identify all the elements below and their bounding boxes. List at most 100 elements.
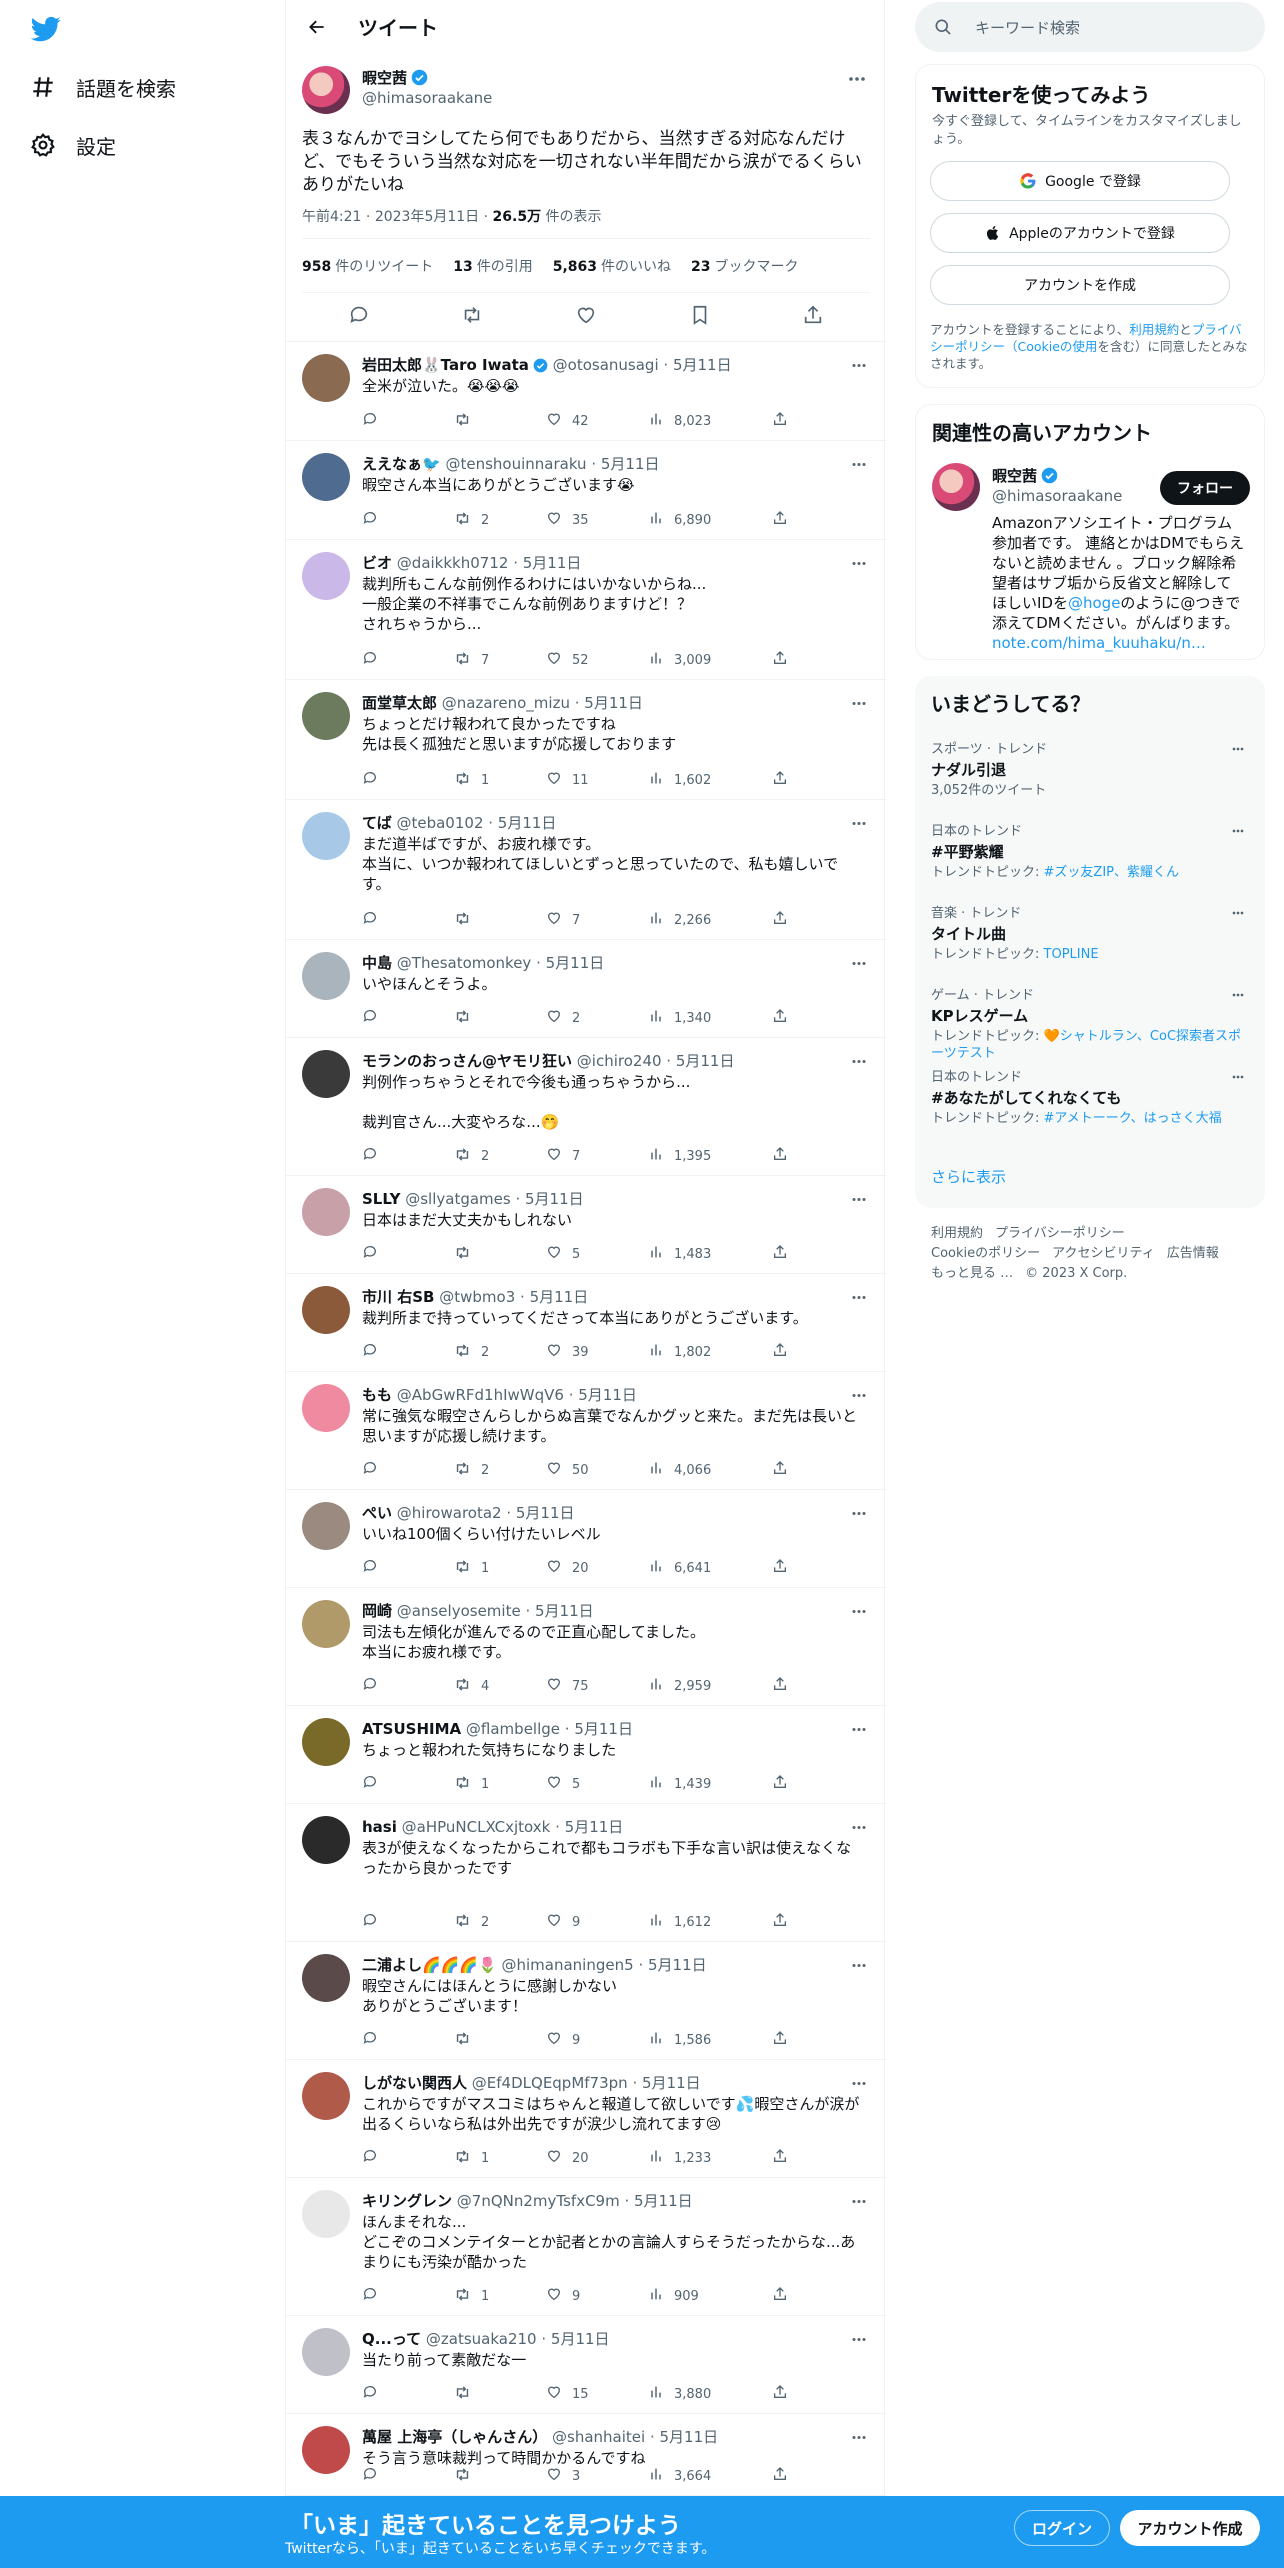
- apple-signup-button[interactable]: Appleのアカウントで登録: [930, 213, 1230, 253]
- search-bar[interactable]: キーワード検索: [915, 2, 1265, 52]
- more-options-icon[interactable]: [846, 1382, 872, 1408]
- avatar[interactable]: [302, 1050, 350, 1098]
- retweet-button[interactable]: 7: [454, 650, 489, 670]
- reply-icon[interactable]: [348, 304, 370, 330]
- search-input[interactable]: キーワード検索: [975, 17, 1080, 38]
- reply-author-name[interactable]: 面堂草太郎: [362, 694, 437, 712]
- reply-author-name[interactable]: てば: [362, 814, 392, 832]
- trend-item[interactable]: 日本のトレンド #あなたがしてくれなくても トレンドトピック: #アメトーーク、はっ…: [931, 1066, 1249, 1127]
- like-button[interactable]: 42: [546, 411, 589, 431]
- reply-button[interactable]: [362, 1912, 388, 1932]
- reply-tweet[interactable]: モランのおっさん@ヤモリ狂い @ichiro240 · 5月11日 判例作っちゃう…: [286, 1038, 886, 1176]
- retweet-button[interactable]: [454, 2030, 481, 2050]
- views-button[interactable]: 3,664: [648, 2466, 711, 2486]
- bookmarks-stat[interactable]: 23 ブックマーク: [691, 256, 798, 276]
- twitter-logo-icon[interactable]: [29, 14, 63, 44]
- retweet-button[interactable]: [454, 910, 481, 930]
- reply-tweet[interactable]: てば @teba0102 · 5月11日 まだ道半ばですが、お疲れ様です。 本当に…: [286, 800, 886, 940]
- more-options-icon[interactable]: [846, 1500, 872, 1526]
- avatar[interactable]: [302, 812, 350, 860]
- like-button[interactable]: 50: [546, 1460, 589, 1480]
- reply-date[interactable]: 5月11日: [546, 954, 605, 972]
- footer-terms[interactable]: 利用規約: [931, 1226, 983, 1241]
- more-options-icon[interactable]: [846, 1598, 872, 1624]
- quotes-stat[interactable]: 13 件の引用: [453, 256, 532, 276]
- footer-cookies[interactable]: Cookieのポリシー: [931, 1246, 1040, 1261]
- views-button[interactable]: 8,023: [648, 411, 711, 431]
- retweet-button[interactable]: 1: [454, 1774, 489, 1794]
- reply-author-handle[interactable]: @aHPuNCLXCxjtoxk: [402, 1818, 551, 1836]
- retweet-button[interactable]: 2: [454, 1460, 489, 1480]
- reply-date[interactable]: 5月11日: [530, 1288, 589, 1306]
- reply-author-name[interactable]: SLLY: [362, 1190, 400, 1208]
- share-button[interactable]: [772, 1558, 788, 1578]
- reply-date[interactable]: 5月11日: [584, 694, 643, 712]
- reply-author-handle[interactable]: @Ef4DLQEqpMf73pn: [472, 2074, 628, 2092]
- reply-tweet[interactable]: SLLY @sllyatgames · 5月11日 日本はまだ大丈夫かもしれない 5…: [286, 1176, 886, 1274]
- reply-date[interactable]: 5月11日: [660, 2428, 719, 2446]
- views-button[interactable]: 1,340: [648, 1008, 711, 1028]
- retweet-button[interactable]: 1: [454, 770, 489, 790]
- reply-button[interactable]: [362, 1146, 388, 1166]
- reply-date[interactable]: 5月11日: [601, 455, 660, 473]
- show-more-link[interactable]: さらに表示: [931, 1166, 1006, 1187]
- like-button[interactable]: 5: [546, 1244, 580, 1264]
- follow-button[interactable]: フォロー: [1160, 471, 1250, 505]
- reply-tweet[interactable]: 面堂草太郎 @nazareno_mizu · 5月11日 ちょっとだけ報われて良か…: [286, 680, 886, 800]
- like-button[interactable]: 11: [546, 770, 589, 790]
- trend-topic-link[interactable]: #アメトーーク、はっさく大福: [1044, 1111, 1222, 1126]
- reply-button[interactable]: [362, 650, 388, 670]
- avatar[interactable]: [302, 1816, 350, 1864]
- reply-tweet[interactable]: 中島 @Thesatomonkey · 5月11日 いやほんとそうよ。 2 1,340: [286, 940, 886, 1038]
- reply-button[interactable]: [362, 411, 388, 431]
- reply-author-name[interactable]: しがない関西人: [362, 2074, 467, 2092]
- more-options-icon[interactable]: [846, 810, 872, 836]
- nav-settings[interactable]: 設定: [28, 125, 116, 165]
- like-button[interactable]: 3: [546, 2466, 580, 2486]
- footer-accessibility[interactable]: アクセシビリティ: [1052, 1246, 1155, 1261]
- back-arrow-icon[interactable]: [302, 12, 332, 42]
- share-button[interactable]: [772, 910, 788, 930]
- reply-author-handle[interactable]: @himananingen5: [502, 1956, 634, 1974]
- avatar[interactable]: [302, 692, 350, 740]
- retweet-button[interactable]: 1: [454, 1558, 489, 1578]
- reply-tweet[interactable]: しがない関西人 @Ef4DLQEqpMf73pn · 5月11日 これからですがマ…: [286, 2060, 886, 2178]
- avatar[interactable]: [302, 1384, 350, 1432]
- avatar[interactable]: [302, 2072, 350, 2120]
- reply-date[interactable]: 5月11日: [523, 554, 582, 572]
- avatar[interactable]: [302, 2190, 350, 2238]
- avatar[interactable]: [302, 1954, 350, 2002]
- create-account-button[interactable]: アカウントを作成: [930, 265, 1230, 305]
- reply-tweet[interactable]: ATSUSHIMA @flambellge · 5月11日 ちょっと報われた気持ち…: [286, 1706, 886, 1804]
- reply-tweet[interactable]: hasi @aHPuNCLXCxjtoxk · 5月11日 表3が使えなくなったか…: [286, 1804, 886, 1942]
- reply-button[interactable]: [362, 1774, 388, 1794]
- more-options-icon[interactable]: [846, 2424, 872, 2450]
- more-options-icon[interactable]: [846, 2326, 872, 2352]
- views-button[interactable]: 909: [648, 2286, 699, 2306]
- more-options-icon[interactable]: [846, 451, 872, 477]
- share-icon[interactable]: [802, 304, 824, 330]
- views-button[interactable]: 4,066: [648, 1460, 711, 1480]
- more-options-icon[interactable]: [846, 550, 872, 576]
- share-button[interactable]: [772, 2030, 788, 2050]
- trend-item[interactable]: 音楽 · トレンド タイトル曲 トレンドトピック: TOPLINE: [931, 902, 1249, 963]
- more-options-icon[interactable]: [846, 1716, 872, 1742]
- footer-ads[interactable]: 広告情報: [1167, 1246, 1219, 1261]
- retweet-button[interactable]: 2: [454, 510, 489, 530]
- reply-button[interactable]: [362, 510, 388, 530]
- like-icon[interactable]: [575, 304, 597, 330]
- share-button[interactable]: [772, 1146, 788, 1166]
- reply-author-handle[interactable]: @hirowarota2: [397, 1504, 502, 1522]
- retweet-button[interactable]: 4: [454, 1676, 489, 1696]
- reply-button[interactable]: [362, 1244, 388, 1264]
- reply-tweet[interactable]: キリングレン @7nQNn2myTsfxC9m · 5月11日 ほんまそれな...…: [286, 2178, 886, 2316]
- reply-button[interactable]: [362, 2148, 388, 2168]
- like-button[interactable]: 20: [546, 1558, 589, 1578]
- like-button[interactable]: 52: [546, 650, 589, 670]
- reply-button[interactable]: [362, 1676, 388, 1696]
- like-button[interactable]: 9: [546, 1912, 580, 1932]
- more-options-icon[interactable]: [1227, 1066, 1249, 1088]
- bio-mention-link[interactable]: @hoge: [1068, 594, 1120, 612]
- reply-author-name[interactable]: ぺい: [362, 1504, 392, 1522]
- reply-author-handle[interactable]: @ichiro240: [577, 1052, 662, 1070]
